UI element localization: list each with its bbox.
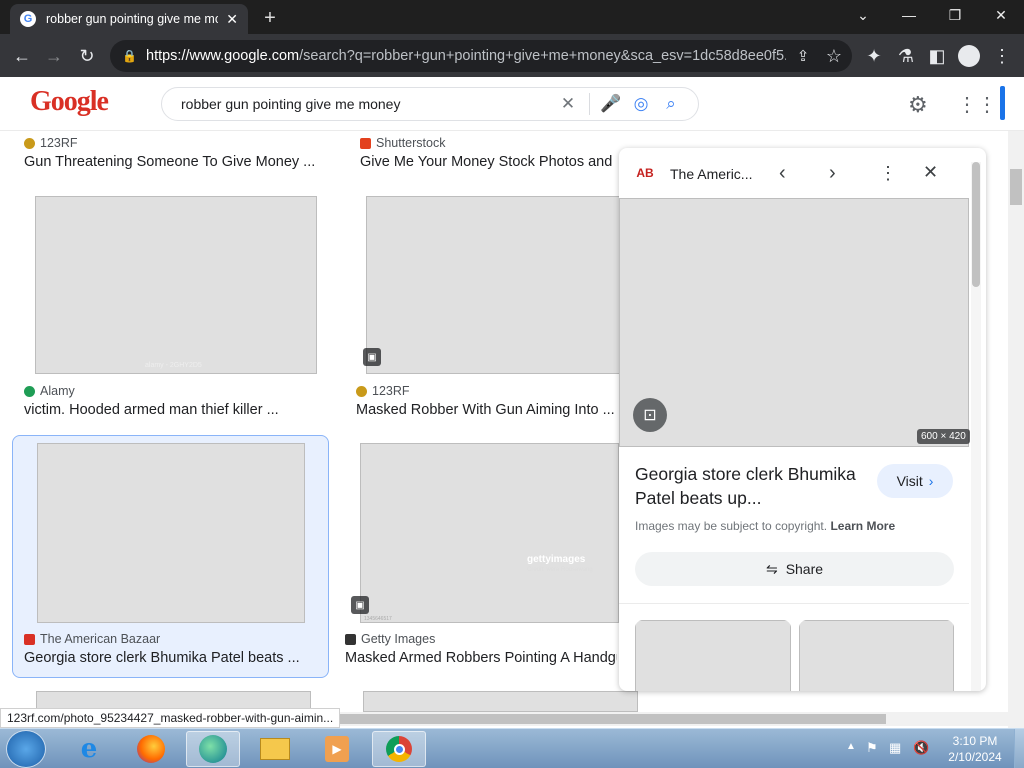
address-bar[interactable]: 🔒 https://www.google.com/search?q=robber…: [110, 40, 852, 72]
share-page-icon[interactable]: ⇪: [789, 42, 817, 70]
result-source[interactable]: Alamy: [24, 384, 75, 398]
status-bar-url: 123rf.com/photo_95234427_masked-robber-w…: [0, 708, 341, 728]
tab-title: robber gun pointing give me mo: [46, 12, 219, 26]
restore-button[interactable]: ❐: [932, 0, 978, 30]
result-image-123rf[interactable]: [366, 196, 620, 374]
related-image[interactable]: [799, 620, 954, 691]
result-title[interactable]: Give Me Your Money Stock Photos and ...: [360, 154, 615, 170]
page-vertical-scrollbar[interactable]: [1008, 131, 1024, 728]
panel-site-name[interactable]: The Americ...: [670, 166, 752, 182]
result-image-partial[interactable]: [363, 691, 638, 712]
more-options-icon[interactable]: ⋮: [879, 163, 897, 184]
google-favicon-icon: G: [20, 11, 36, 27]
flag-icon[interactable]: ⚑: [866, 740, 878, 756]
close-window-button[interactable]: ✕: [978, 0, 1024, 30]
result-title[interactable]: Georgia store clerk Bhumika Patel beats …: [24, 650, 322, 666]
search-box[interactable]: robber gun pointing give me money ✕ 🎤 ◎ …: [161, 87, 699, 121]
preview-image[interactable]: [619, 198, 969, 447]
extensions-icon[interactable]: ✦: [860, 42, 888, 70]
share-icon: ⇋: [765, 560, 778, 577]
source-favicon-icon: [24, 633, 35, 645]
result-source[interactable]: 123RF: [24, 136, 78, 150]
show-desktop-button[interactable]: [1014, 729, 1024, 768]
chevron-right-icon: ›: [928, 473, 934, 489]
profile-avatar-icon[interactable]: [955, 42, 983, 70]
edge-icon[interactable]: [186, 731, 240, 767]
close-tab-icon[interactable]: ✕: [226, 11, 238, 28]
source-favicon-icon: [356, 385, 367, 397]
share-button[interactable]: ⇋ Share: [635, 552, 954, 586]
microphone-icon[interactable]: 🎤: [596, 89, 626, 119]
google-logo[interactable]: Google: [30, 86, 109, 118]
clock-date: 2/10/2024: [948, 750, 1002, 764]
result-image-getty[interactable]: gettyimages Credit: wera Rodsawang 13456…: [360, 443, 619, 623]
back-icon[interactable]: ←: [8, 42, 36, 70]
start-button[interactable]: [6, 730, 46, 768]
learn-more-link[interactable]: Learn More: [830, 519, 895, 533]
image-type-icon: ▣: [363, 348, 381, 366]
browser-menu-icon[interactable]: ⋮: [988, 42, 1016, 70]
lens-search-icon[interactable]: ⊡: [633, 398, 667, 432]
image-preview-panel: AB The Americ... ‹ › ⋮ ✕ ⊡ 600 × 420 Geo…: [619, 148, 986, 691]
clock[interactable]: 3:10 PM 2/10/2024: [940, 733, 1010, 765]
result-image-american-bazaar[interactable]: [37, 443, 305, 623]
site-logo-icon: AB: [636, 166, 654, 180]
panel-scrollbar[interactable]: [971, 162, 981, 691]
chrome-taskbar-icon[interactable]: [372, 731, 426, 767]
media-player-icon[interactable]: ▶: [310, 731, 364, 767]
source-favicon-icon: [360, 137, 371, 149]
previous-icon[interactable]: ‹: [779, 162, 786, 185]
search-input[interactable]: robber gun pointing give me money: [181, 96, 553, 112]
firefox-icon[interactable]: [124, 731, 178, 767]
result-image-alamy[interactable]: alamy - 2GHY2D5: [35, 196, 317, 374]
visit-button[interactable]: Visit ›: [877, 464, 953, 498]
labs-flask-icon[interactable]: ⚗: [892, 42, 920, 70]
copyright-note: Images may be subject to copyright. Lear…: [635, 519, 896, 533]
source-favicon-icon: [345, 633, 356, 645]
next-icon[interactable]: ›: [829, 162, 836, 185]
close-panel-icon[interactable]: ✕: [923, 162, 938, 183]
image-dimensions: 600 × 420: [917, 429, 970, 444]
internet-explorer-icon[interactable]: e: [62, 731, 116, 767]
volume-muted-icon[interactable]: 🔇: [913, 740, 929, 756]
settings-gear-icon[interactable]: ⚙: [908, 92, 928, 118]
tab-search-icon[interactable]: ⌄: [840, 0, 886, 30]
reload-icon[interactable]: ↻: [73, 42, 101, 70]
result-source[interactable]: The American Bazaar: [24, 632, 160, 646]
search-icon[interactable]: ⌕: [656, 89, 686, 119]
clear-search-icon[interactable]: ✕: [553, 89, 583, 119]
sign-in-edge[interactable]: [1000, 86, 1005, 120]
clock-time: 3:10 PM: [952, 734, 998, 748]
source-favicon-icon: [24, 137, 35, 149]
result-source[interactable]: Shutterstock: [360, 136, 445, 150]
related-image[interactable]: [635, 620, 791, 691]
result-title[interactable]: Gun Threatening Someone To Give Money ..…: [24, 154, 324, 170]
panel-title[interactable]: Georgia store clerk Bhumika Patel beats …: [635, 462, 860, 510]
result-title[interactable]: victim. Hooded armed man thief killer ..…: [24, 402, 324, 418]
browser-tab[interactable]: G robber gun pointing give me mo ✕: [10, 4, 248, 34]
network-icon[interactable]: ▦: [889, 740, 901, 756]
result-title[interactable]: Masked Armed Robbers Pointing A Handgu: [345, 650, 617, 666]
source-favicon-icon: [24, 385, 35, 397]
bookmark-star-icon[interactable]: ☆: [820, 42, 848, 70]
apps-grid-icon[interactable]: ⋮⋮: [957, 92, 997, 117]
result-title[interactable]: Masked Robber With Gun Aiming Into ...: [356, 402, 616, 418]
image-type-icon: ▣: [351, 596, 369, 614]
lens-icon[interactable]: ◎: [626, 89, 656, 119]
result-source[interactable]: Getty Images: [345, 632, 435, 646]
forward-icon[interactable]: →: [40, 42, 68, 70]
new-tab-button[interactable]: +: [258, 6, 282, 30]
url-text[interactable]: https://www.google.com/search?q=robber+g…: [146, 48, 786, 64]
result-source[interactable]: 123RF: [356, 384, 410, 398]
lock-icon: 🔒: [122, 49, 137, 63]
side-panel-icon[interactable]: ◧: [923, 42, 951, 70]
show-hidden-icons-icon[interactable]: ▲: [846, 741, 856, 752]
file-explorer-icon[interactable]: [248, 731, 302, 767]
minimize-button[interactable]: —: [886, 0, 932, 30]
